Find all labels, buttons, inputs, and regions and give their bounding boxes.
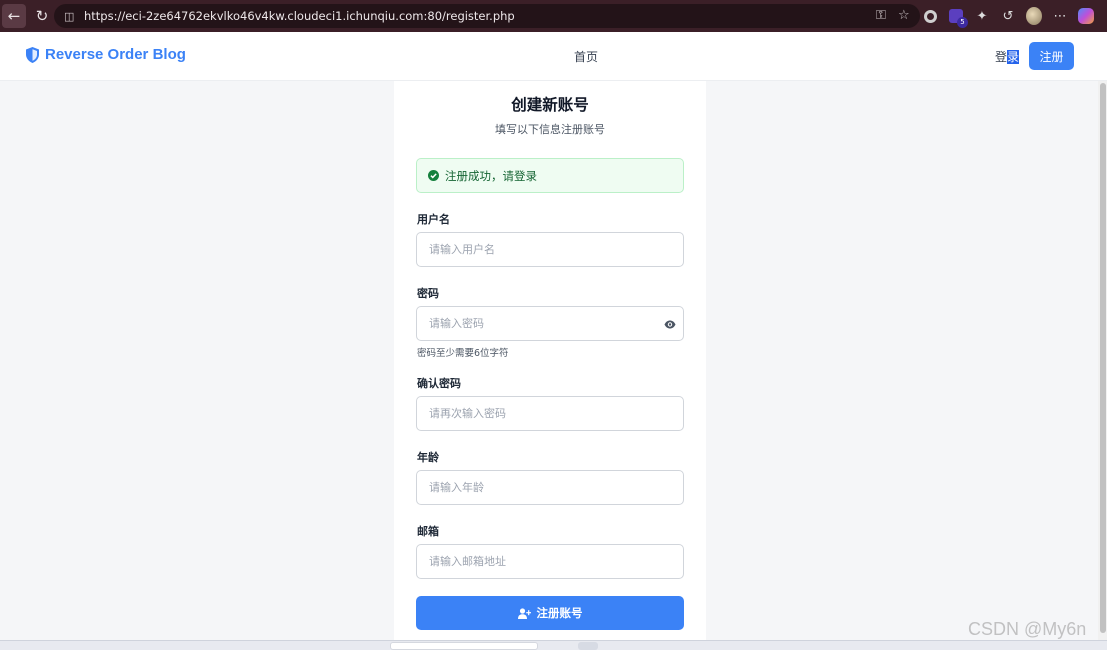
browser-toolbar: ← ↻ ◫ https://eci-2ze64762ekvlko46v4kw.c… <box>0 0 1107 32</box>
extension-badge: 5 <box>957 17 968 28</box>
user-plus-icon <box>517 607 531 619</box>
more-menu-icon[interactable]: ⋯ <box>1052 8 1068 24</box>
register-card: 创建新账号 填写以下信息注册账号 注册成功，请登录 用户名 密码 密码至少需要6… <box>394 81 706 650</box>
username-label: 用户名 <box>417 213 450 226</box>
extension-purple-icon[interactable]: 5 <box>948 8 968 28</box>
watermark-text: CSDN @My6n <box>968 619 1087 639</box>
reload-icon[interactable]: ↻ <box>30 4 54 28</box>
history-icon[interactable]: ↺ <box>1000 8 1016 24</box>
page-title: 创建新账号 <box>511 96 589 114</box>
os-taskbar <box>0 640 1107 650</box>
check-circle-icon <box>428 170 439 181</box>
login-text-start: 登 <box>995 50 1008 64</box>
extensions-puzzle-icon[interactable]: ✦ <box>974 8 990 24</box>
brand-link[interactable]: Reverse Order Blog <box>26 46 186 63</box>
age-label: 年龄 <box>417 451 439 464</box>
success-message: 注册成功，请登录 <box>445 168 537 183</box>
password-hint: 密码至少需要6位字符 <box>417 348 509 359</box>
nav-register-button[interactable]: 注册 <box>1029 42 1074 70</box>
lock-icon[interactable]: ◫ <box>64 10 78 23</box>
nav-login-link[interactable]: 登录 <box>995 48 1020 65</box>
eye-icon[interactable] <box>664 320 676 329</box>
taskbar-app-item[interactable] <box>390 642 538 650</box>
email-input[interactable] <box>416 544 684 579</box>
nav-home-link[interactable]: 首页 <box>574 48 598 65</box>
confirm-password-input[interactable] <box>416 396 684 431</box>
copilot-icon[interactable] <box>1078 8 1094 24</box>
password-input[interactable] <box>416 306 684 341</box>
back-arrow-icon[interactable]: ← <box>2 4 26 28</box>
page-scrollbar-thumb[interactable] <box>1100 83 1106 633</box>
age-input[interactable] <box>416 470 684 505</box>
password-label: 密码 <box>417 287 439 300</box>
login-text-selected: 录 <box>1007 50 1020 64</box>
email-label: 邮箱 <box>417 525 439 538</box>
brand-name: Reverse Order Blog <box>45 46 186 63</box>
confirm-password-label: 确认密码 <box>417 377 461 390</box>
site-navbar: Reverse Order Blog 首页 登录 注册 <box>0 32 1107 81</box>
username-input[interactable] <box>416 232 684 267</box>
url-text[interactable]: https://eci-2ze64762ekvlko46v4kw.cloudec… <box>84 9 515 23</box>
page-subtitle: 填写以下信息注册账号 <box>495 123 605 136</box>
extension-circle-icon[interactable] <box>922 8 938 24</box>
success-alert: 注册成功，请登录 <box>416 158 684 193</box>
key-icon[interactable]: ⚿ <box>876 8 886 23</box>
shield-icon <box>26 46 39 63</box>
register-submit-label: 注册账号 <box>536 606 583 620</box>
address-bar[interactable]: ◫ https://eci-2ze64762ekvlko46v4kw.cloud… <box>54 4 920 28</box>
register-submit-button[interactable]: 注册账号 <box>416 596 684 630</box>
extensions-area: 5 ✦ ↺ ⋯ <box>922 0 1094 32</box>
taskbar-app-item[interactable] <box>578 642 598 650</box>
favorite-star-icon[interactable]: ☆ <box>898 8 910 23</box>
profile-avatar[interactable] <box>1026 7 1042 25</box>
